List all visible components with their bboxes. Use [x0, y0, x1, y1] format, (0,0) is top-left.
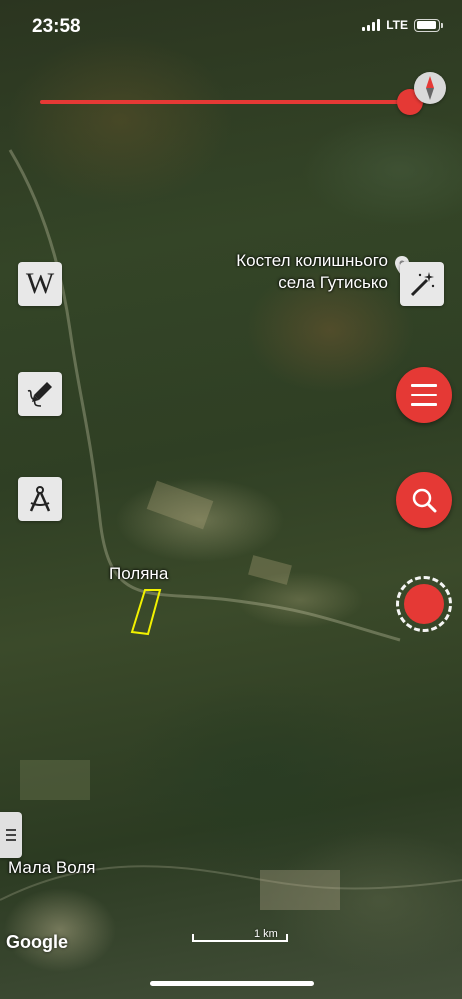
search-icon: [412, 488, 437, 513]
compass-icon[interactable]: [414, 72, 446, 104]
place-label-polyana: Поляна: [109, 564, 169, 583]
signal-icon: [362, 19, 381, 31]
battery-icon: [414, 18, 443, 32]
poi-label-line1: Костел колишнього: [236, 251, 388, 270]
wikipedia-button[interactable]: W: [18, 262, 62, 306]
map-opacity-slider-track[interactable]: [40, 100, 410, 104]
battery-fill: [416, 21, 437, 29]
satellite-map[interactable]: [0, 0, 462, 999]
poi-label-line2: села Гутисько: [278, 273, 388, 292]
place-label-mala-volya: Мала Воля: [8, 858, 96, 877]
measure-button[interactable]: [18, 477, 62, 521]
home-indicator[interactable]: [150, 981, 314, 986]
record-button[interactable]: [396, 576, 452, 632]
menu-button[interactable]: [396, 367, 452, 423]
map-scale-bar: 1 km: [192, 928, 288, 948]
status-indicators: LTE: [362, 18, 443, 32]
side-list-tab[interactable]: [0, 812, 22, 858]
wikipedia-icon: W: [25, 267, 55, 300]
scale-line: [192, 934, 288, 942]
scale-text: 1 km: [254, 928, 278, 940]
compass-measure-icon: [29, 486, 51, 512]
search-button[interactable]: [396, 472, 452, 528]
status-bar: 23:58 LTE: [0, 0, 462, 56]
magic-wand-icon: [410, 272, 435, 297]
poi-label[interactable]: Костел колишнього села Гутисько: [236, 250, 388, 294]
magic-wand-button[interactable]: [400, 262, 444, 306]
google-attribution: Google: [6, 932, 68, 952]
hamburger-icon: [411, 384, 437, 406]
pen-draw-icon: [27, 382, 52, 407]
network-type: LTE: [386, 18, 408, 32]
map-terrain: [0, 149, 462, 910]
draw-button[interactable]: [18, 372, 62, 416]
status-time: 23:58: [32, 16, 81, 37]
highlighted-parcel: [130, 589, 162, 636]
record-icon: [404, 584, 444, 624]
